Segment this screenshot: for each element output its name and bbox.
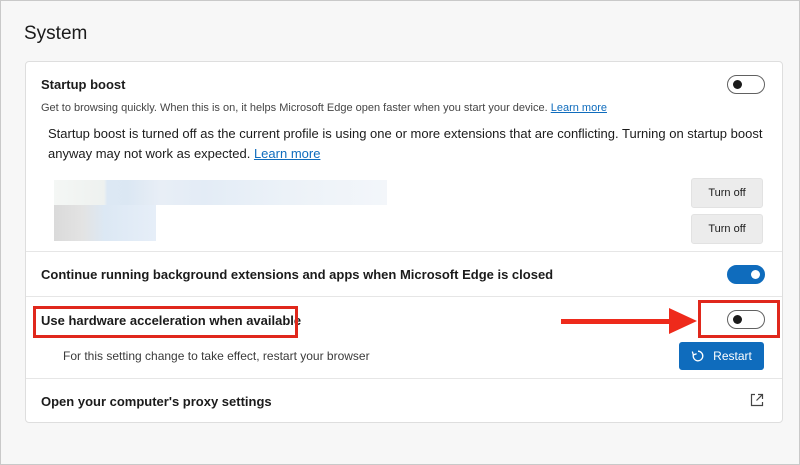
restart-button-label: Restart <box>713 349 752 363</box>
startup-boost-toggle[interactable] <box>727 75 765 94</box>
page-title: System <box>24 23 88 44</box>
startup-boost-warning-learn-more-link[interactable]: Learn more <box>254 146 320 161</box>
toggle-knob <box>733 80 742 89</box>
turn-off-button[interactable]: Turn off <box>691 214 763 244</box>
restart-note: For this setting change to take effect, … <box>63 349 370 363</box>
hardware-acceleration-highlight-box <box>33 306 298 338</box>
arrow-head <box>669 308 697 334</box>
startup-boost-warning-line2-text: anyway may not work as expected. <box>48 146 251 161</box>
restart-button[interactable]: Restart <box>679 342 764 370</box>
blurred-extension-row <box>54 205 156 241</box>
startup-boost-learn-more-link[interactable]: Learn more <box>551 102 607 114</box>
proxy-settings-row[interactable]: Open your computer's proxy settings <box>26 379 782 423</box>
startup-boost-warning: Startup boost is turned off as the curre… <box>48 124 762 164</box>
startup-boost-warning-line2: anyway may not work as expected. Learn m… <box>48 144 762 164</box>
startup-boost-warning-line1: Startup boost is turned off as the curre… <box>48 126 763 141</box>
startup-boost-title: Startup boost <box>41 77 126 92</box>
restart-icon <box>691 350 704 362</box>
system-settings-card: Startup boost Get to browsing quickly. W… <box>25 61 783 423</box>
startup-boost-description: Get to browsing quickly. When this is on… <box>41 102 607 114</box>
background-extensions-title: Continue running background extensions a… <box>41 267 554 282</box>
blurred-extension-row <box>54 180 387 205</box>
toggle-highlight-box <box>698 300 780 338</box>
divider <box>26 296 782 297</box>
toggle-knob <box>751 270 760 279</box>
proxy-settings-title: Open your computer's proxy settings <box>41 394 272 409</box>
background-extensions-toggle[interactable] <box>727 265 765 284</box>
external-link-icon <box>750 393 764 407</box>
divider <box>26 251 782 252</box>
startup-boost-description-text: Get to browsing quickly. When this is on… <box>41 102 548 114</box>
arrow-shaft <box>561 319 673 324</box>
turn-off-button[interactable]: Turn off <box>691 178 763 208</box>
